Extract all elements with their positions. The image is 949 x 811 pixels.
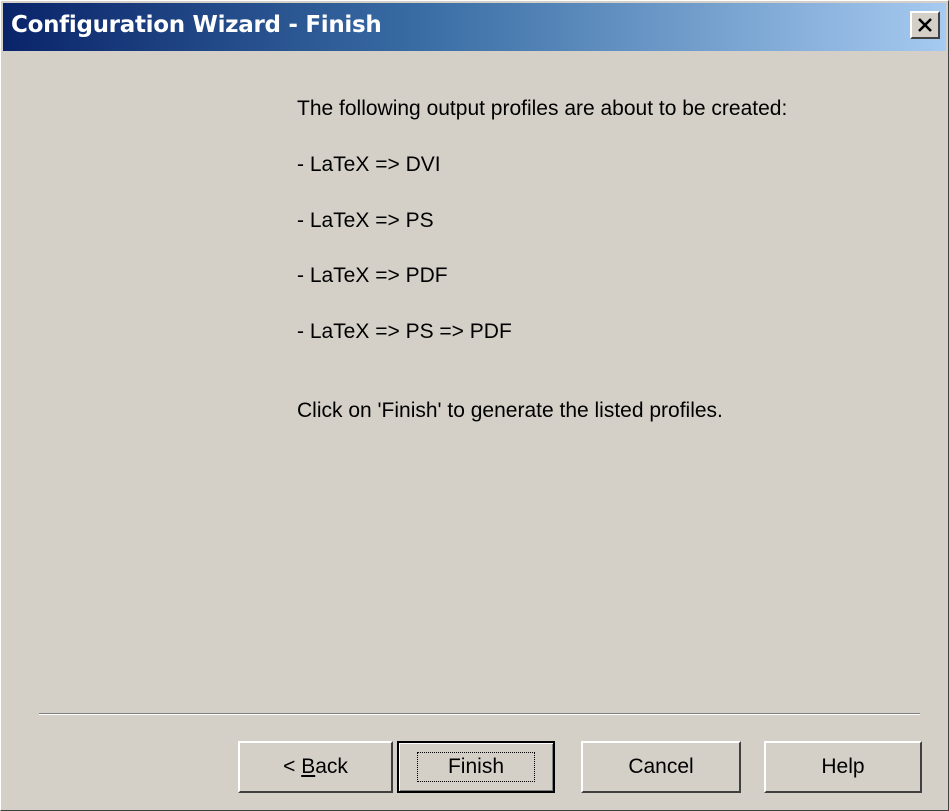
configuration-wizard-dialog: Configuration Wizard - Finish The follow…: [0, 0, 949, 811]
instruction-text: Click on 'Finish' to generate the listed…: [297, 399, 723, 422]
profile-item: - LaTeX => PDF: [297, 264, 448, 287]
finish-button[interactable]: Finish: [397, 741, 555, 793]
close-button[interactable]: [910, 11, 940, 39]
help-button[interactable]: Help: [764, 741, 922, 793]
back-button[interactable]: < Back: [238, 741, 393, 793]
profile-item: - LaTeX => PS: [297, 209, 434, 232]
back-button-prefix: <: [283, 755, 302, 778]
back-button-label: ack: [315, 755, 348, 778]
profile-item: - LaTeX => DVI: [297, 153, 441, 176]
title-bar[interactable]: Configuration Wizard - Finish: [3, 3, 946, 51]
window-title: Configuration Wizard - Finish: [11, 12, 382, 38]
help-button-label: Help: [821, 755, 865, 778]
button-separator: [39, 713, 920, 715]
profile-item: - LaTeX => PS => PDF: [297, 320, 512, 343]
close-icon: [918, 18, 932, 32]
finish-button-label: Finish: [416, 752, 536, 782]
intro-text: The following output profiles are about …: [297, 97, 788, 120]
back-button-mnemonic: B: [301, 755, 316, 778]
cancel-button[interactable]: Cancel: [581, 741, 741, 793]
cancel-button-label: Cancel: [628, 755, 694, 778]
